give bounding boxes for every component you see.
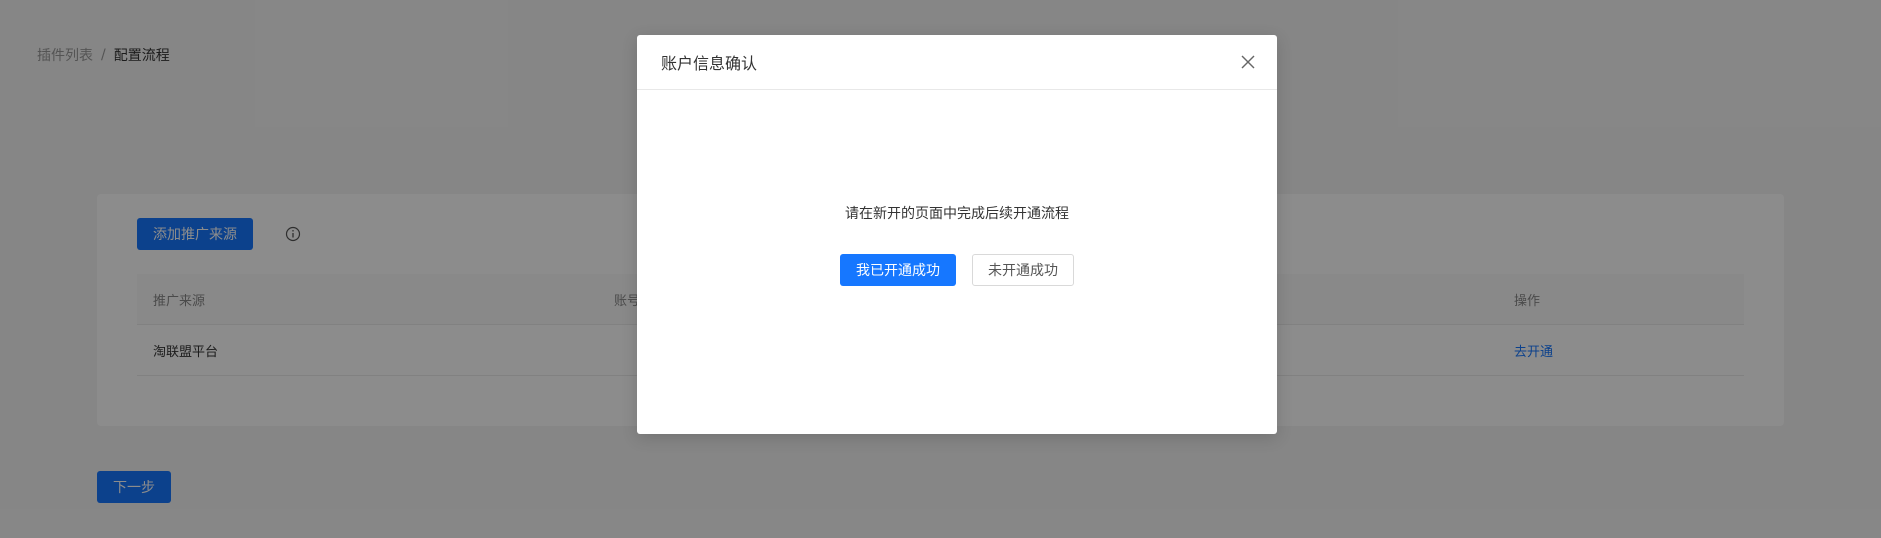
close-icon[interactable] xyxy=(1239,53,1257,71)
modal-actions: 我已开通成功 未开通成功 xyxy=(637,254,1277,286)
modal-message: 请在新开的页面中完成后续开通流程 xyxy=(845,206,1069,222)
not-activated-button[interactable]: 未开通成功 xyxy=(972,254,1074,286)
modal-header: 账户信息确认 xyxy=(637,35,1277,90)
confirm-activated-button[interactable]: 我已开通成功 xyxy=(840,254,956,286)
account-confirm-modal: 账户信息确认 请在新开的页面中完成后续开通流程 我已开通成功 未开通成功 xyxy=(637,35,1277,434)
modal-title: 账户信息确认 xyxy=(661,54,758,73)
